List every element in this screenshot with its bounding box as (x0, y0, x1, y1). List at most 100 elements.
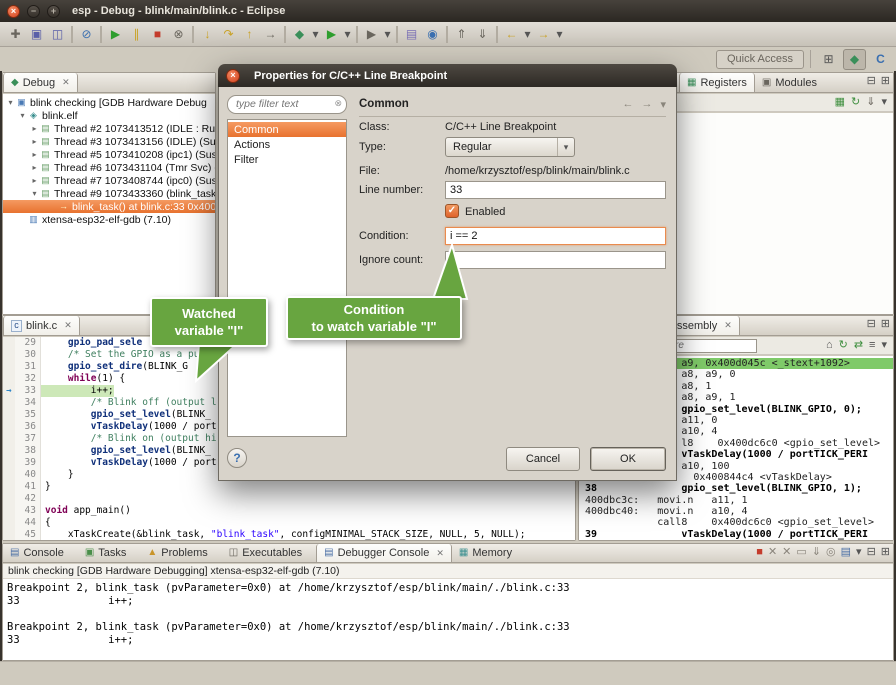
run-dropdown-icon[interactable]: ▾ (342, 24, 353, 45)
expand-toggle-icon[interactable]: ▾ (5, 98, 16, 107)
terminate-icon[interactable]: ■ (147, 24, 168, 45)
minimize-icon[interactable]: ⊟ (867, 76, 876, 87)
forward-icon[interactable]: → (641, 98, 652, 111)
console-output[interactable]: Breakpoint 2, blink_task (pvParameter=0x… (3, 579, 893, 660)
forward-icon[interactable]: → (533, 24, 554, 45)
asm-line[interactable]: call8 0x400dc6c0 <gpio_set_level> (585, 517, 893, 528)
close-icon[interactable]: ✕ (724, 320, 732, 331)
sync-icon[interactable]: ⇄ (854, 340, 863, 351)
expand-toggle-icon[interactable]: ▾ (17, 111, 28, 120)
tab-executables[interactable]: ◫ Executables (222, 544, 316, 562)
close-icon[interactable]: ✕ (64, 320, 72, 331)
tab-debug[interactable]: ◆ Debug ✕ (3, 73, 78, 92)
separator[interactable] (192, 26, 194, 43)
quick-access-button[interactable]: Quick Access (716, 50, 804, 69)
debug-tree-item[interactable]: ▸ ▤ Thread #3 1073413156 (IDLE) (Susp (3, 135, 215, 148)
console-menu-icon[interactable]: ▾ (856, 547, 862, 558)
debug-dropdown-icon[interactable]: ▾ (310, 24, 321, 45)
tab-modules[interactable]: ▣ Modules (755, 73, 824, 92)
debug-tree-item[interactable]: ▾ ◈ blink.elf (3, 109, 215, 122)
step-into-icon[interactable]: ↓ (197, 24, 218, 45)
debug-tree-item[interactable]: ▸ ▤ Thread #5 1073410208 (ipc1) (Susp (3, 148, 215, 161)
debug-tree-item[interactable]: ▥ xtensa-esp32-elf-gdb (7.10) (3, 213, 215, 226)
breakpoint-ruler[interactable] (3, 517, 15, 529)
previous-annotation-icon[interactable]: ⇑ (451, 24, 472, 45)
external-tools-icon[interactable]: ▶ (361, 24, 382, 45)
tab-tasks[interactable]: ▣ Tasks (78, 544, 141, 562)
separator[interactable] (356, 26, 358, 43)
tab-registers[interactable]: ▦ Registers (679, 73, 755, 92)
breakpoint-ruler[interactable] (3, 457, 15, 469)
breakpoint-ruler[interactable]: → (3, 385, 15, 397)
ok-button[interactable]: OK (590, 447, 666, 471)
ignore-count-input[interactable] (445, 251, 666, 269)
external-tools-dropdown-icon[interactable]: ▾ (382, 24, 393, 45)
separator[interactable] (100, 26, 102, 43)
breakpoint-ruler[interactable] (3, 481, 15, 493)
breakpoint-ruler[interactable] (3, 421, 15, 433)
view-menu-icon[interactable]: ▾ (881, 340, 887, 351)
export-icon[interactable]: ⇓ (866, 97, 875, 108)
breakpoint-ruler[interactable] (3, 445, 15, 457)
separator[interactable] (284, 26, 286, 43)
save-icon[interactable]: ▣ (26, 24, 47, 45)
separator[interactable] (396, 26, 398, 43)
filter-input[interactable] (227, 95, 347, 114)
expand-toggle-icon[interactable]: ▸ (29, 137, 40, 146)
view-menu-icon[interactable]: ▾ (881, 97, 887, 108)
back-dropdown-icon[interactable]: ▾ (522, 24, 533, 45)
disconnect-icon[interactable]: ⊗ (168, 24, 189, 45)
code-line[interactable]: 44 { (3, 517, 575, 529)
breakpoint-ruler[interactable] (3, 409, 15, 421)
separator[interactable] (496, 26, 498, 43)
asm-line[interactable]: 400dbc3c: movi.n a11, 1 (585, 495, 893, 506)
step-return-icon[interactable]: ↑ (239, 24, 260, 45)
minimize-icon[interactable]: ⊟ (867, 319, 876, 330)
expand-toggle-icon[interactable]: ▾ (29, 189, 40, 198)
asm-line[interactable]: 38 gpio_set_level(BLINK_GPIO, 1); (585, 483, 893, 494)
tab-debugger-console[interactable]: ▤ Debugger Console ✕ (316, 544, 452, 562)
debug-icon[interactable]: ◆ (289, 24, 310, 45)
asm-line[interactable]: 400dbc40: movi.n a10, 4 (585, 506, 893, 517)
breakpoint-ruler[interactable] (3, 337, 15, 349)
run-icon[interactable]: ▶ (321, 24, 342, 45)
expand-toggle-icon[interactable]: ▸ (29, 176, 40, 185)
minimize-icon[interactable]: ⊟ (867, 547, 876, 558)
back-icon[interactable]: ← (501, 24, 522, 45)
scroll-lock-icon[interactable]: ⇓ (812, 547, 821, 558)
window-maximize-icon[interactable]: + (47, 5, 60, 18)
breakpoint-ruler[interactable] (3, 529, 15, 540)
debug-tree-item[interactable]: ▸ ▤ Thread #7 1073408744 (ipc0) (Susp (3, 174, 215, 187)
resume-icon[interactable]: ▶ (105, 24, 126, 45)
show-source-icon[interactable]: ≡ (869, 340, 875, 351)
suspend-icon[interactable]: ∥ (126, 24, 147, 45)
expand-toggle-icon[interactable]: ▸ (29, 150, 40, 159)
open-perspective-icon[interactable]: ⊞ (817, 49, 840, 70)
condition-input[interactable] (445, 227, 666, 245)
close-icon[interactable]: ✕ (62, 77, 70, 88)
maximize-icon[interactable]: ⊞ (881, 319, 890, 330)
window-close-icon[interactable]: × (7, 5, 20, 18)
code-line[interactable]: 41 } (3, 481, 575, 493)
view-menu-icon[interactable]: ▾ (660, 98, 666, 111)
breakpoint-ruler[interactable] (3, 469, 15, 481)
maximize-icon[interactable]: ⊞ (881, 76, 890, 87)
cpp-perspective-icon[interactable]: C (869, 49, 892, 70)
breakpoint-ruler[interactable] (3, 433, 15, 445)
debug-tree-item[interactable]: ▸ ▤ Thread #2 1073413512 (IDLE : Runn (3, 122, 215, 135)
expand-toggle-icon[interactable]: ▸ (29, 124, 40, 133)
debug-perspective-icon[interactable]: ◆ (843, 49, 866, 70)
breakpoint-ruler[interactable] (3, 349, 15, 361)
tab-console[interactable]: ▤ Console (3, 544, 78, 562)
search-icon[interactable]: ◉ (422, 24, 443, 45)
debug-tree-item[interactable]: → blink_task() at blink.c:33 0x400db (3, 200, 215, 213)
breakpoint-ruler[interactable] (3, 373, 15, 385)
breakpoint-ruler[interactable] (3, 505, 15, 517)
window-minimize-icon[interactable]: − (27, 5, 40, 18)
asm-line[interactable]: 39 vTaskDelay(1000 / portTICK_PERI (585, 529, 893, 540)
tab-problems[interactable]: ▲ Problems (140, 544, 221, 562)
breakpoint-ruler[interactable] (3, 397, 15, 409)
next-annotation-icon[interactable]: ⇓ (472, 24, 493, 45)
tab-blink-c[interactable]: c blink.c ✕ (3, 316, 80, 335)
new-cpp-file-icon[interactable]: ▤ (401, 24, 422, 45)
